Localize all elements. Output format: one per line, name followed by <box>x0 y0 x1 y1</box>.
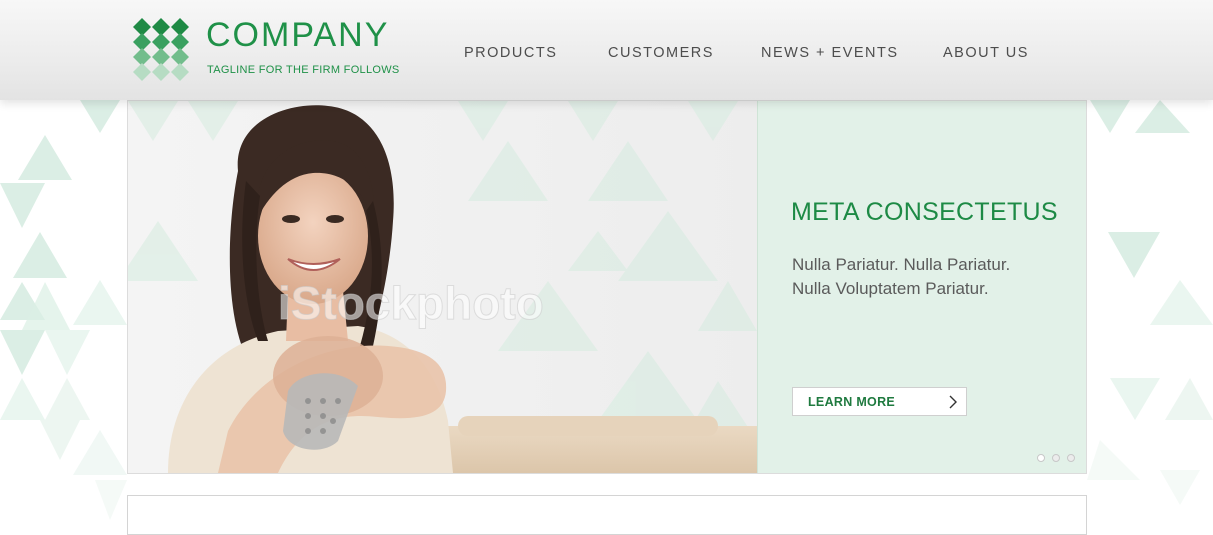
diamond-grid-logo-icon[interactable] <box>133 18 191 82</box>
slide-dot-2[interactable] <box>1052 454 1060 462</box>
nav-news-events[interactable]: NEWS + EVENTS <box>761 44 899 62</box>
learn-more-label: LEARN MORE <box>808 395 896 409</box>
learn-more-button[interactable]: LEARN MORE <box>792 387 967 416</box>
hero-banner: iStockphoto META CONSECTETUS Nulla Paria… <box>127 100 1087 474</box>
slide-dot-3[interactable] <box>1067 454 1075 462</box>
chevron-right-icon <box>949 395 957 409</box>
nav-about-us[interactable]: ABOUT US <box>943 44 1029 62</box>
nav-customers[interactable]: CUSTOMERS <box>608 44 714 62</box>
hero-body-line: Nulla Voluptatem Pariatur. <box>792 279 989 298</box>
hero-title: META CONSECTETUS <box>791 198 1058 226</box>
nav-products[interactable]: PRODUCTS <box>464 44 557 62</box>
hero-body: Nulla Pariatur. Nulla Pariatur. Nulla Vo… <box>792 253 1062 301</box>
tagline: TAGLINE FOR THE FIRM FOLLOWS <box>207 64 400 76</box>
content-section <box>127 495 1087 535</box>
photo-watermark: iStockphoto <box>278 277 544 329</box>
brand-name[interactable]: COMPANY <box>206 16 389 54</box>
site-header: COMPANY TAGLINE FOR THE FIRM FOLLOWS PRO… <box>0 0 1213 100</box>
slide-dot-1[interactable] <box>1037 454 1045 462</box>
woman-with-remote-image: iStockphoto <box>128 101 757 473</box>
hero-photo: iStockphoto <box>128 101 757 473</box>
hero-body-line: Nulla Pariatur. Nulla Pariatur. <box>792 255 1011 274</box>
hero-text-panel: META CONSECTETUS Nulla Pariatur. Nulla P… <box>757 101 1086 473</box>
